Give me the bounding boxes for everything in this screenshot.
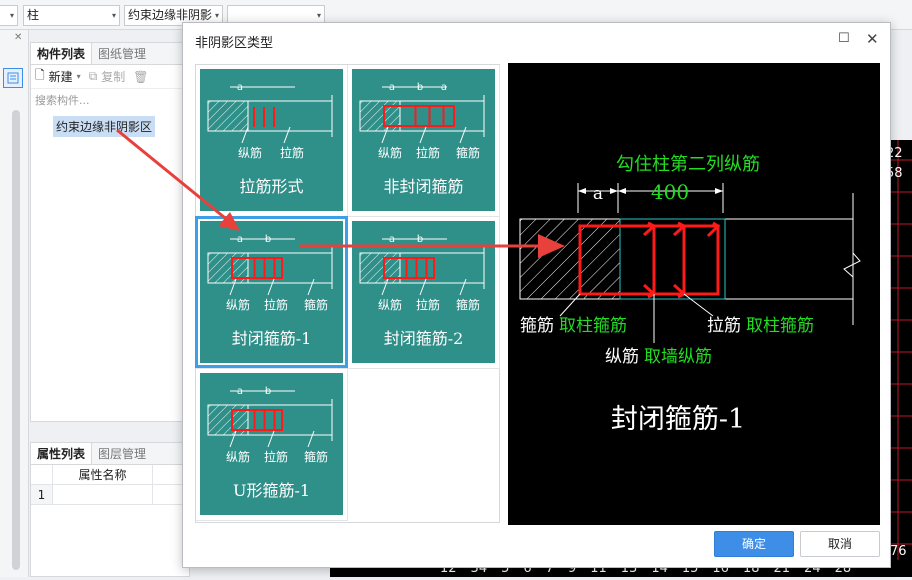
chevron-down-icon: ▾ <box>9 11 14 20</box>
cancel-button[interactable]: 取消 <box>800 531 880 557</box>
preview-dim-a: a <box>593 184 603 204</box>
cad-axis-label: 76 <box>890 544 907 559</box>
rebar-label: 纵筋 <box>226 297 250 312</box>
rebar-label: 拉筋 <box>264 449 288 464</box>
copy-icon: ⧉ <box>88 69 98 83</box>
preview-label-right-source: 取柱箍筋 <box>746 316 814 336</box>
chevron-down-icon[interactable]: ▾ <box>77 72 81 81</box>
preview-label-left-source: 取柱箍筋 <box>559 316 627 336</box>
component-tabs: 构件列表 图纸管理 <box>31 43 189 65</box>
type-option-4[interactable]: a b 纵筋 拉筋 箍筋封闭箍筋-2 <box>352 221 495 363</box>
rebar-label: 拉筋 <box>264 297 288 312</box>
rebar-label: 纵筋 <box>378 297 402 312</box>
component-list-panel: 构件列表 图纸管理 🗋 新建 ▾ ⧉ 复制 🗑 搜索构件... 约束边缘非阴影区 <box>30 42 190 422</box>
type-option-3[interactable]: a b 纵筋 拉筋 箍筋封闭箍筋-1 <box>195 216 348 368</box>
tab-drawing-management[interactable]: 图纸管理 <box>92 43 152 64</box>
type-cell: a b 纵筋 拉筋 箍筋封闭箍筋-1 <box>195 216 348 369</box>
rebar-label: 箍筋 <box>304 297 328 312</box>
type-caption: 封闭箍筋-1 <box>231 329 312 348</box>
preview-label-bottom-source: 取墙纵筋 <box>644 347 712 367</box>
rebar-label: 拉筋 <box>416 297 440 312</box>
close-icon[interactable]: ✕ <box>866 30 879 48</box>
rebar-label: 箍筋 <box>304 449 328 464</box>
combo-value: 约束边缘非阴影 <box>128 8 213 22</box>
type-cell: a b 纵筋 拉筋 箍筋 U形箍筋-1 <box>196 369 348 521</box>
component-item[interactable]: 约束边缘非阴影区 <box>53 116 156 137</box>
dim-label: a <box>237 234 243 245</box>
table-row[interactable]: 1 <box>31 485 189 505</box>
preview-label-right: 拉筋 <box>707 316 741 336</box>
dim-label: a <box>237 82 243 93</box>
combo-value: 柱 <box>27 8 40 22</box>
type-cell: a 纵筋 拉筋拉筋形式 <box>196 65 348 217</box>
dim-label: a <box>389 82 395 93</box>
type-caption: 封闭箍筋-2 <box>383 329 464 348</box>
dim-label: a <box>389 234 395 245</box>
dialog-title: 非阴影区类型 <box>195 36 274 51</box>
copy-button[interactable]: 复制 <box>101 68 125 85</box>
type-cell: a b a 纵筋 拉筋 箍筋非封闭箍筋 <box>348 65 500 217</box>
type-option-1[interactable]: a 纵筋 拉筋拉筋形式 <box>200 69 343 211</box>
type-option-5[interactable]: a b 纵筋 拉筋 箍筋 U形箍筋-1 <box>200 373 343 515</box>
dim-label: b <box>417 82 423 93</box>
type-caption: 非封闭箍筋 <box>383 177 464 196</box>
search-input[interactable]: 搜索构件... <box>31 89 189 111</box>
property-panel: 属性列表 图层管理 属性名称 1 <box>30 442 190 577</box>
ok-button[interactable]: 确定 <box>714 531 794 557</box>
preview-canvas: 勾住柱第二列纵筋 a 400 箍筋 取柱箍筋 拉筋 取柱箍筋 纵筋 取墙纵筋 封… <box>508 63 880 525</box>
table-header: 属性名称 <box>31 465 189 485</box>
delete-icon[interactable]: 🗑 <box>133 70 148 84</box>
rebar-label: 纵筋 <box>226 449 250 464</box>
type-option-2[interactable]: a b a 纵筋 拉筋 箍筋非封闭箍筋 <box>352 69 495 211</box>
type-caption: 拉筋形式 <box>239 177 304 196</box>
new-button[interactable]: 新建 <box>49 68 73 85</box>
preview-caption: 封闭箍筋-1 <box>611 404 745 435</box>
scrollbar[interactable] <box>12 110 20 570</box>
type-list: a 纵筋 拉筋 拉筋形式 a b a 纵筋 拉筋 箍筋 非封闭箍筋 a b 纵筋 拉筋 箍筋 封闭箍筋-1 a b 纵… <box>195 64 500 523</box>
close-icon[interactable]: ✕ <box>14 32 22 43</box>
dim-label: b <box>417 234 423 245</box>
left-sidebar <box>0 30 29 577</box>
combo-prev[interactable]: ▾ <box>0 5 18 26</box>
chevron-down-icon: ▾ <box>111 11 116 20</box>
type-cell: a b 纵筋 拉筋 箍筋封闭箍筋-2 <box>348 217 500 369</box>
preview-label-bottom: 纵筋 <box>605 347 639 367</box>
rebar-label: 纵筋 <box>378 145 402 160</box>
row-number: 1 <box>31 485 53 504</box>
maximize-icon[interactable]: ☐ <box>838 31 850 46</box>
rebar-label: 拉筋 <box>280 145 304 160</box>
shadow-zone-type-dialog: 非阴影区类型 ☐ ✕ a 纵筋 拉筋 拉筋形式 a b a 纵筋 拉筋 箍筋 非封闭箍筋 a b 纵筋 拉筋… <box>182 22 891 568</box>
tab-property-list[interactable]: 属性列表 <box>31 443 93 464</box>
preview-label-left: 箍筋 <box>520 316 554 336</box>
new-doc-icon: 🗋 <box>35 68 45 82</box>
tab-layer-management[interactable]: 图层管理 <box>92 443 152 464</box>
dim-label: b <box>265 234 271 245</box>
dim-label: b <box>265 386 271 397</box>
rebar-label: 箍筋 <box>456 297 480 312</box>
rebar-label: 拉筋 <box>416 145 440 160</box>
column-header-property-name: 属性名称 <box>53 465 153 484</box>
tab-component-list[interactable]: 构件列表 <box>31 43 93 64</box>
component-type-combo[interactable]: 柱 ▾ <box>23 5 120 26</box>
component-actions: 🗋 新建 ▾ ⧉ 复制 🗑 <box>31 65 189 89</box>
preview-top-note: 勾住柱第二列纵筋 <box>616 154 760 175</box>
rebar-label: 纵筋 <box>238 145 262 160</box>
property-tabs: 属性列表 图层管理 <box>31 443 189 465</box>
list-view-icon[interactable] <box>3 68 23 88</box>
preview-dim-value: 400 <box>651 180 689 204</box>
dim-label: a <box>441 82 447 93</box>
type-caption: U形箍筋-1 <box>232 481 311 500</box>
dim-label: a <box>237 386 243 397</box>
rebar-label: 箍筋 <box>456 145 480 160</box>
